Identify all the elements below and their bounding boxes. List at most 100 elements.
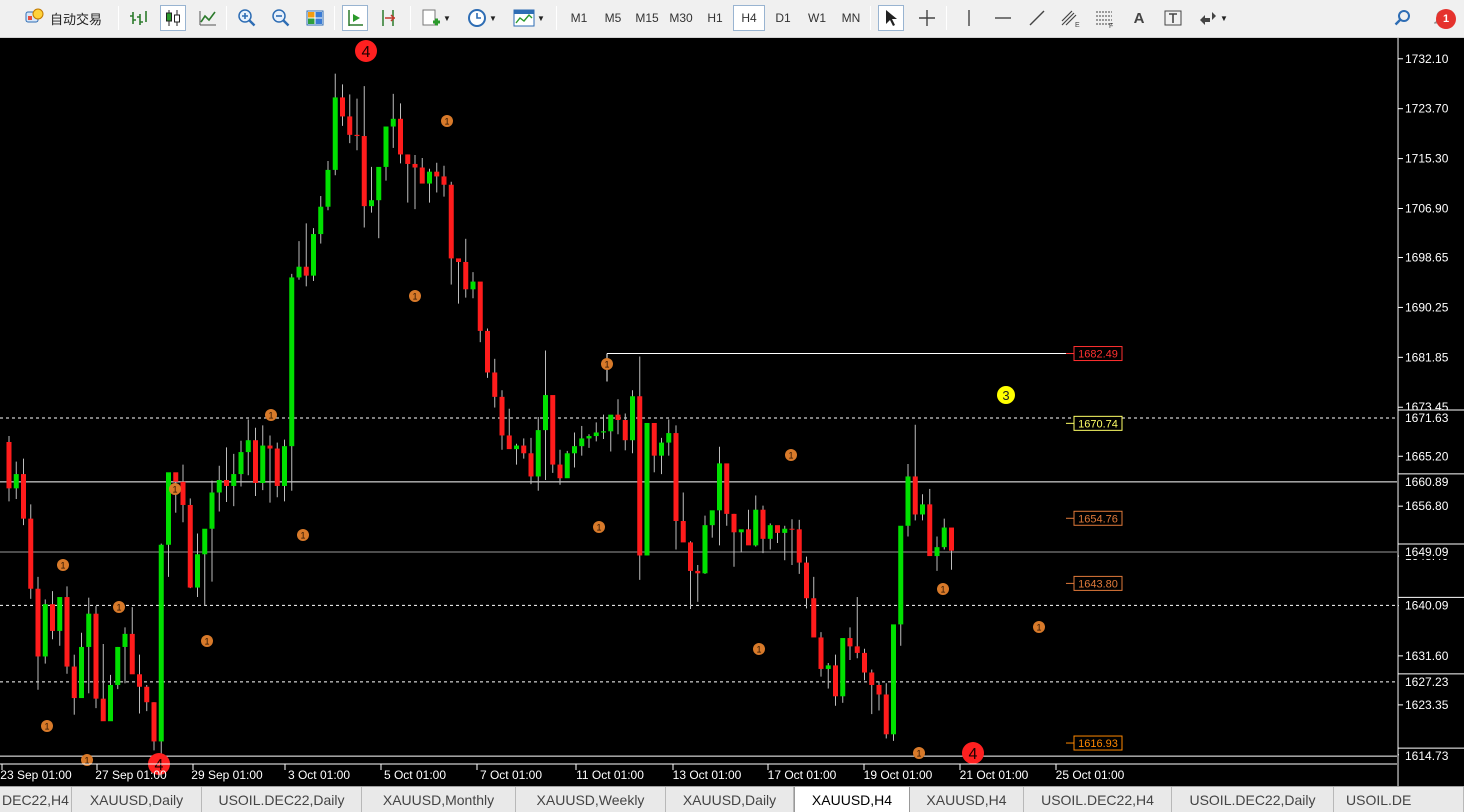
search-icon xyxy=(1394,10,1410,26)
candle-bull xyxy=(891,624,896,735)
candle-bull xyxy=(941,527,947,548)
tile-windows-button[interactable] xyxy=(302,5,328,31)
price-tick-label: 1681.85 xyxy=(1405,350,1449,364)
zoom-in-button[interactable] xyxy=(234,5,260,31)
periods-button[interactable]: ▼ xyxy=(462,5,502,31)
candle-bull xyxy=(717,463,722,511)
autotrade-button[interactable]: 自动交易 xyxy=(20,5,114,31)
text-label-button[interactable] xyxy=(1160,5,1186,31)
notifications-button[interactable]: 1 xyxy=(1422,5,1462,31)
candle-bear xyxy=(927,504,933,557)
zoom-out-icon xyxy=(272,9,290,27)
text-tool-button[interactable]: A xyxy=(1126,5,1152,31)
bar-chart-button[interactable] xyxy=(126,5,152,31)
bar-chart-icon xyxy=(130,11,147,25)
candle-bear xyxy=(253,440,258,483)
crosshair-button[interactable] xyxy=(914,5,940,31)
candle-bear xyxy=(731,513,737,533)
search-button[interactable] xyxy=(1390,5,1416,31)
trendline-button[interactable] xyxy=(1024,5,1050,31)
price-chart[interactable]: 111111111111111114443 1682.491670.741654… xyxy=(0,38,1398,786)
wave-marker-3: 3 xyxy=(997,386,1015,404)
candle-bull xyxy=(238,452,244,475)
candle-bull xyxy=(659,442,664,456)
wave-marker-minor: 1 xyxy=(753,643,765,655)
candle-bear xyxy=(180,481,186,505)
chart-tab[interactable]: USOIL.DEC22,Daily xyxy=(202,787,362,812)
candle-bull xyxy=(535,430,541,477)
cursor-button[interactable] xyxy=(878,5,904,31)
fibonacci-icon: F xyxy=(1096,11,1113,28)
line-chart-icon xyxy=(199,11,216,26)
vertical-line-button[interactable] xyxy=(956,5,982,31)
candle-bear xyxy=(28,518,34,589)
timeframe-h4[interactable]: H4 xyxy=(733,5,765,31)
arrows-button[interactable]: ▼ xyxy=(1194,5,1232,31)
timeframe-h1[interactable]: H1 xyxy=(699,5,731,31)
line-chart-button[interactable] xyxy=(195,5,221,31)
candle-bear xyxy=(441,176,447,185)
candle-bull xyxy=(311,234,316,276)
wave-marker-label: 3 xyxy=(1002,388,1009,403)
templates-icon xyxy=(513,9,535,27)
candle-bull xyxy=(514,445,519,450)
price-highlight-label: 1660.89 xyxy=(1405,475,1449,489)
candle-bull xyxy=(586,436,592,439)
candle-bear xyxy=(883,694,889,735)
templates-button[interactable]: ▼ xyxy=(508,5,550,31)
horizontal-line-button[interactable] xyxy=(990,5,1016,31)
text-label-icon xyxy=(1164,10,1182,26)
timeframe-m30[interactable]: M30 xyxy=(665,5,697,31)
new-order-button[interactable]: ▼ xyxy=(418,5,454,31)
chart-tab[interactable]: XAUUSD,Weekly xyxy=(516,787,666,812)
wave-marker-minor: 1 xyxy=(169,483,181,495)
fibonacci-button[interactable]: F xyxy=(1092,5,1118,31)
zoom-out-button[interactable] xyxy=(268,5,294,31)
autotrade-icon xyxy=(24,6,44,30)
wave-marker-label: 1 xyxy=(604,360,609,370)
timeframe-w1[interactable]: W1 xyxy=(801,5,833,31)
candle-bear xyxy=(506,435,512,450)
chart-tab[interactable]: XAUUSD,Daily xyxy=(72,787,202,812)
chevron-down-icon: ▼ xyxy=(537,13,545,23)
price-highlight-label: 1640.09 xyxy=(1405,598,1449,612)
price-tick-label: 1732.10 xyxy=(1405,52,1449,66)
candle-bear xyxy=(492,372,498,397)
candle-bear xyxy=(477,281,483,331)
candlestick-chart-button[interactable] xyxy=(160,5,186,31)
price-scale[interactable]: 1732.10 1723.70 1715.30 1706.90 1698.65 1690.… xyxy=(1397,38,1464,786)
chart-tab[interactable]: XAUUSD,Daily xyxy=(666,787,794,812)
price-tick-label: 1656.80 xyxy=(1405,499,1449,513)
timeframe-m1[interactable]: M1 xyxy=(563,5,595,31)
timeframe-m5[interactable]: M5 xyxy=(597,5,629,31)
wave-marker-major: 4 xyxy=(355,40,377,62)
toolbar-separator xyxy=(334,6,335,30)
timeframe-mn[interactable]: MN xyxy=(835,5,867,31)
chart-tab[interactable]: XAUUSD,Monthly xyxy=(362,787,516,812)
timeframe-d1[interactable]: D1 xyxy=(767,5,799,31)
chart-window[interactable]: 111111111111111114443 1682.49 1670.74 1654… xyxy=(0,38,1398,786)
equidistant-channel-button[interactable]: E xyxy=(1058,5,1084,31)
level-label: 1654.76 xyxy=(1066,510,1123,526)
chart-tab[interactable]: XAUUSD,H4 xyxy=(910,787,1024,812)
wave-marker-major: 4 xyxy=(962,742,984,764)
candle-bull xyxy=(738,529,744,533)
chart-tab[interactable]: USOIL.DEC22,Daily xyxy=(1172,787,1334,812)
chart-tab-active[interactable]: XAUUSD,H4 xyxy=(794,787,910,812)
auto-scroll-button[interactable] xyxy=(342,5,368,31)
chart-tab[interactable]: USOIL.DE xyxy=(1334,787,1464,812)
timeframe-m15[interactable]: M15 xyxy=(631,5,663,31)
chart-shift-button[interactable] xyxy=(376,5,402,31)
candle-bull xyxy=(825,665,831,669)
wave-marker-minor: 1 xyxy=(201,635,213,647)
chart-tab[interactable]: DEC22,H4 xyxy=(0,787,72,812)
time-axis: 23 Sep 01:00 27 Sep 01:00 29 Sep 01:00 3 Oc… xyxy=(0,763,1397,782)
chevron-down-icon: ▼ xyxy=(1220,13,1228,23)
candle-bear xyxy=(804,562,809,599)
candle-bear xyxy=(695,570,701,574)
candle-bear xyxy=(405,154,411,164)
candle-bear xyxy=(35,588,41,657)
wave-marker-label: 1 xyxy=(916,749,921,759)
chart-tab[interactable]: USOIL.DEC22,H4 xyxy=(1024,787,1172,812)
wave-marker-minor: 1 xyxy=(785,449,797,461)
